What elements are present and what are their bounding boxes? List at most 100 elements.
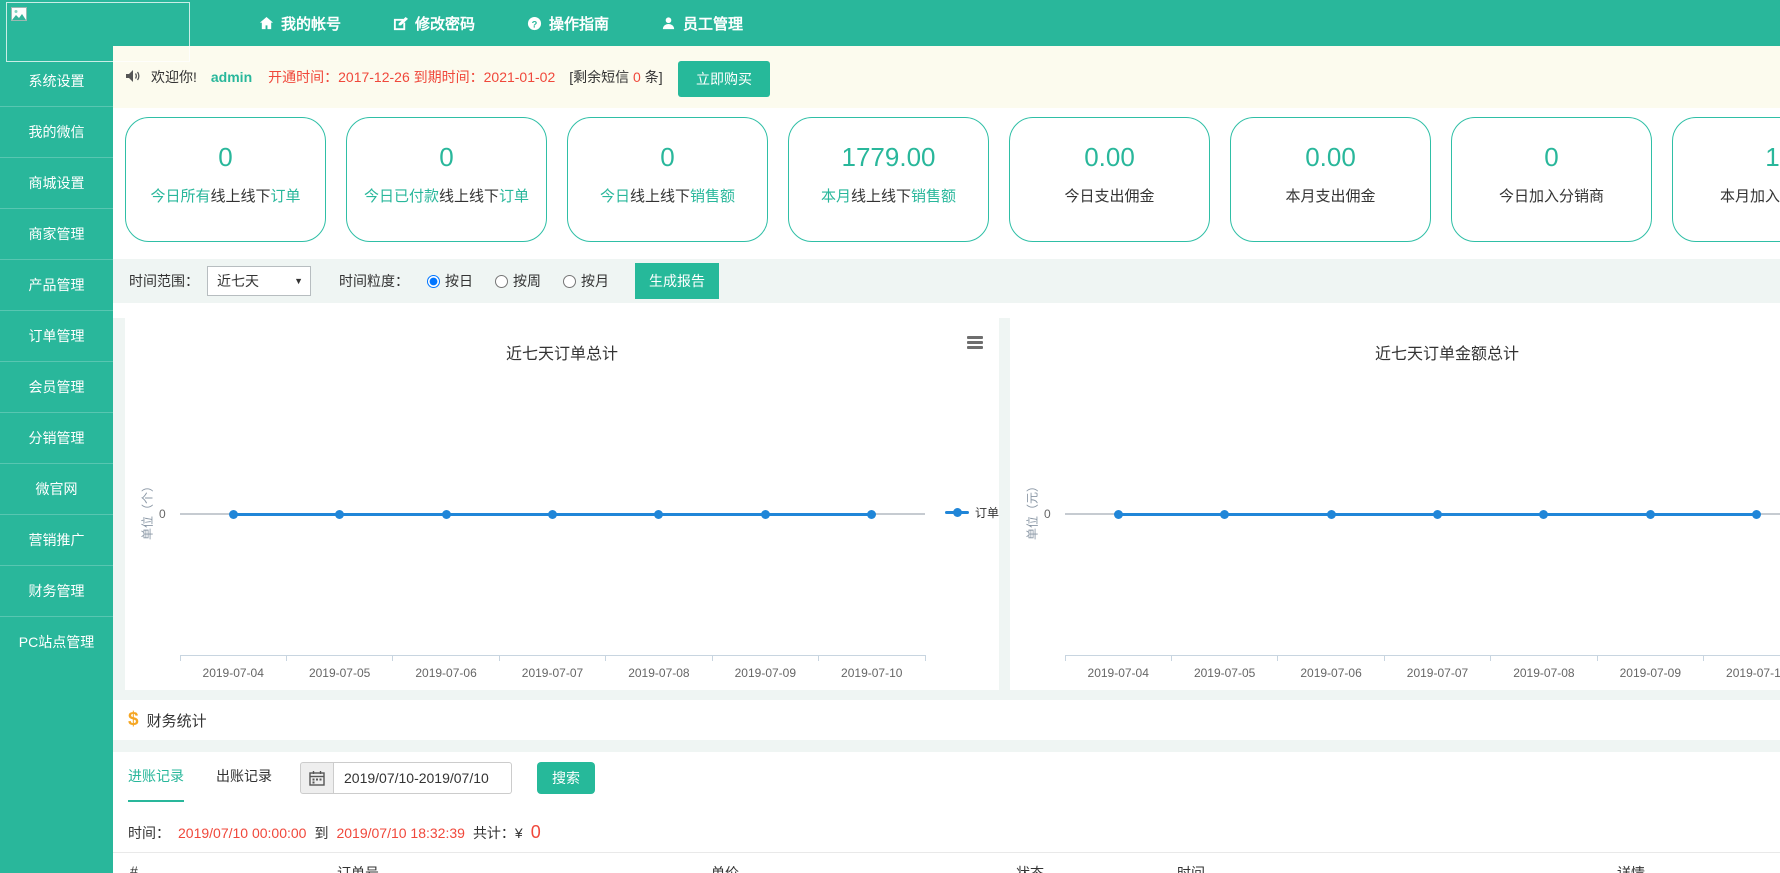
x-axis-tick-label: 2019-07-04 [1065, 666, 1171, 680]
sidebar-item-micro-site[interactable]: 微官网 [0, 463, 113, 514]
nav-label: 员工管理 [683, 13, 743, 34]
nav-label: 操作指南 [549, 13, 609, 34]
time-range-select[interactable]: 近七天 ▼ [207, 266, 311, 296]
x-axis-tick-label: 2019-07-10 [819, 666, 925, 680]
section-divider [113, 740, 1780, 752]
x-axis-tick [1597, 655, 1598, 661]
data-point [229, 510, 238, 519]
sidebar-item-mall-settings[interactable]: 商城设置 [0, 157, 113, 208]
welcome-bar: 欢迎你! admin 开通时间：2017-12-26 到期时间：2021-01-… [113, 46, 1780, 108]
tab-income-records[interactable]: 进账记录 [128, 766, 184, 802]
stat-value: 0 [126, 142, 325, 173]
x-axis-tick [818, 655, 819, 661]
nav-my-account[interactable]: 我的帐号 [233, 0, 367, 46]
nav-label: 我的帐号 [281, 13, 341, 34]
col-index: # [130, 863, 138, 873]
sidebar-item-member-mgmt[interactable]: 会员管理 [0, 361, 113, 412]
chart-toolbox-icon[interactable] [967, 336, 983, 351]
radio-by-month-input[interactable] [563, 275, 576, 288]
sidebar-item-marketing[interactable]: 营销推广 [0, 514, 113, 565]
home-icon [259, 16, 274, 31]
x-axis-tick [286, 655, 287, 661]
date-range-input[interactable] [334, 762, 512, 794]
time-to: 2019/07/10 18:32:39 [336, 825, 464, 841]
stat-value: 1 [1673, 142, 1780, 173]
sms-remaining: [剩余短信 0 条] [569, 67, 662, 87]
radio-by-day-input[interactable] [427, 275, 440, 288]
radio-by-week[interactable]: 按周 [495, 271, 541, 291]
x-axis-tick-label: 2019-07-09 [712, 666, 818, 680]
stat-card-today-commission: 0.00 今日支出佣金 [1009, 117, 1210, 242]
report-filter-bar: 时间范围： 近七天 ▼ 时间粒度： 按日 按周 按月 生成报告 [113, 259, 1780, 303]
col-status: 状态 [1016, 863, 1044, 873]
total-value: 0 [531, 822, 541, 843]
calendar-icon[interactable] [300, 762, 334, 794]
sidebar-item-order-mgmt[interactable]: 订单管理 [0, 310, 113, 361]
data-point [335, 510, 344, 519]
sidebar-item-pc-site-mgmt[interactable]: PC站点管理 [0, 616, 113, 667]
data-point [1433, 510, 1442, 519]
x-axis-tick [1277, 655, 1278, 661]
buy-now-button[interactable]: 立即购买 [678, 61, 770, 97]
tab-expense-records[interactable]: 出账记录 [216, 766, 272, 800]
stat-label: 今日支出佣金 [1010, 185, 1209, 206]
x-axis-tick [499, 655, 500, 661]
nav-staff-mgmt[interactable]: 员工管理 [635, 0, 769, 46]
stat-value: 0.00 [1010, 142, 1209, 173]
finance-records-panel: 进账记录 出账记录 搜索 时间： 2019/07/10 00:00:00 到 2… [113, 752, 1780, 873]
time-from: 2019/07/10 00:00:00 [178, 825, 306, 841]
legend-item-orders[interactable]: 订单 [945, 504, 999, 521]
x-axis-labels: 2019-07-042019-07-052019-07-062019-07-07… [180, 666, 925, 680]
x-axis-tick-label: 2019-07-08 [1491, 666, 1597, 680]
data-point [1114, 510, 1123, 519]
logo[interactable] [6, 2, 190, 62]
x-axis-tick [925, 655, 926, 661]
x-axis-tick [180, 655, 181, 661]
x-axis-tick-label: 2019-07-05 [1171, 666, 1277, 680]
radio-by-month[interactable]: 按月 [563, 271, 609, 291]
stat-value: 0 [347, 142, 546, 173]
stat-card-today-paid-orders: 0 今日已付款线上线下订单 [346, 117, 547, 242]
time-label: 时间： [128, 823, 170, 843]
top-bar: 我的帐号 修改密码 ? 操作指南 员工管理 [0, 0, 1780, 46]
order-amount-chart: 近七天订单金额总计 单位（元） 0 2019-07-042019-07-0520… [1010, 318, 1780, 690]
sidebar-item-merchant-mgmt[interactable]: 商家管理 [0, 208, 113, 259]
stat-card-month-distributors: 1 本月加入分销商 [1672, 117, 1780, 242]
radio-by-week-input[interactable] [495, 275, 508, 288]
data-point [761, 510, 770, 519]
sidebar-item-my-wechat[interactable]: 我的微信 [0, 106, 113, 157]
plot-area: 2019-07-042019-07-052019-07-062019-07-07… [180, 318, 925, 690]
sidebar-item-system-settings[interactable]: 系统设置 [0, 56, 113, 106]
caret-down-icon: ▼ [294, 267, 303, 295]
stat-card-today-distributors: 0 今日加入分销商 [1451, 117, 1652, 242]
x-axis-tick [605, 655, 606, 661]
charts-section: 近七天订单总计 单位（个） 0 2019-07-042019-07-052019… [113, 318, 1780, 700]
radio-label: 按周 [513, 271, 541, 291]
sidebar-item-distribution-mgmt[interactable]: 分销管理 [0, 412, 113, 463]
staff-icon [661, 16, 676, 31]
radio-label: 按月 [581, 271, 609, 291]
generate-report-button[interactable]: 生成报告 [635, 263, 719, 299]
total-label: 共计：¥ [473, 823, 523, 843]
time-range-value: 近七天 [217, 273, 259, 289]
records-table-header: # 订单号 单价 状态 时间 详情 [113, 852, 1780, 873]
nav-change-password[interactable]: 修改密码 [367, 0, 501, 46]
sidebar-item-finance-mgmt[interactable]: 财务管理 [0, 565, 113, 616]
search-button[interactable]: 搜索 [537, 762, 595, 794]
speaker-icon [125, 68, 141, 87]
plot-area: 2019-07-042019-07-052019-07-062019-07-07… [1065, 318, 1780, 690]
granularity-radio-group: 按日 按周 按月 [427, 271, 609, 291]
legend-label: 订单 [975, 504, 999, 521]
data-point [1539, 510, 1548, 519]
stat-value: 0 [1452, 142, 1651, 173]
orders-chart: 近七天订单总计 单位（个） 0 2019-07-042019-07-052019… [125, 318, 999, 690]
radio-by-day[interactable]: 按日 [427, 271, 473, 291]
stat-label: 今日线上线下销售额 [568, 185, 767, 206]
welcome-username: admin [211, 69, 252, 85]
nav-label: 修改密码 [415, 13, 475, 34]
sidebar-item-product-mgmt[interactable]: 产品管理 [0, 259, 113, 310]
stat-cards-row: 0 今日所有线上线下订单 0 今日已付款线上线下订单 0 今日线上线下销售额 1… [125, 117, 1780, 242]
stat-card-month-commission: 0.00 本月支出佣金 [1230, 117, 1431, 242]
nav-operation-guide[interactable]: ? 操作指南 [501, 0, 635, 46]
x-axis-tick [712, 655, 713, 661]
